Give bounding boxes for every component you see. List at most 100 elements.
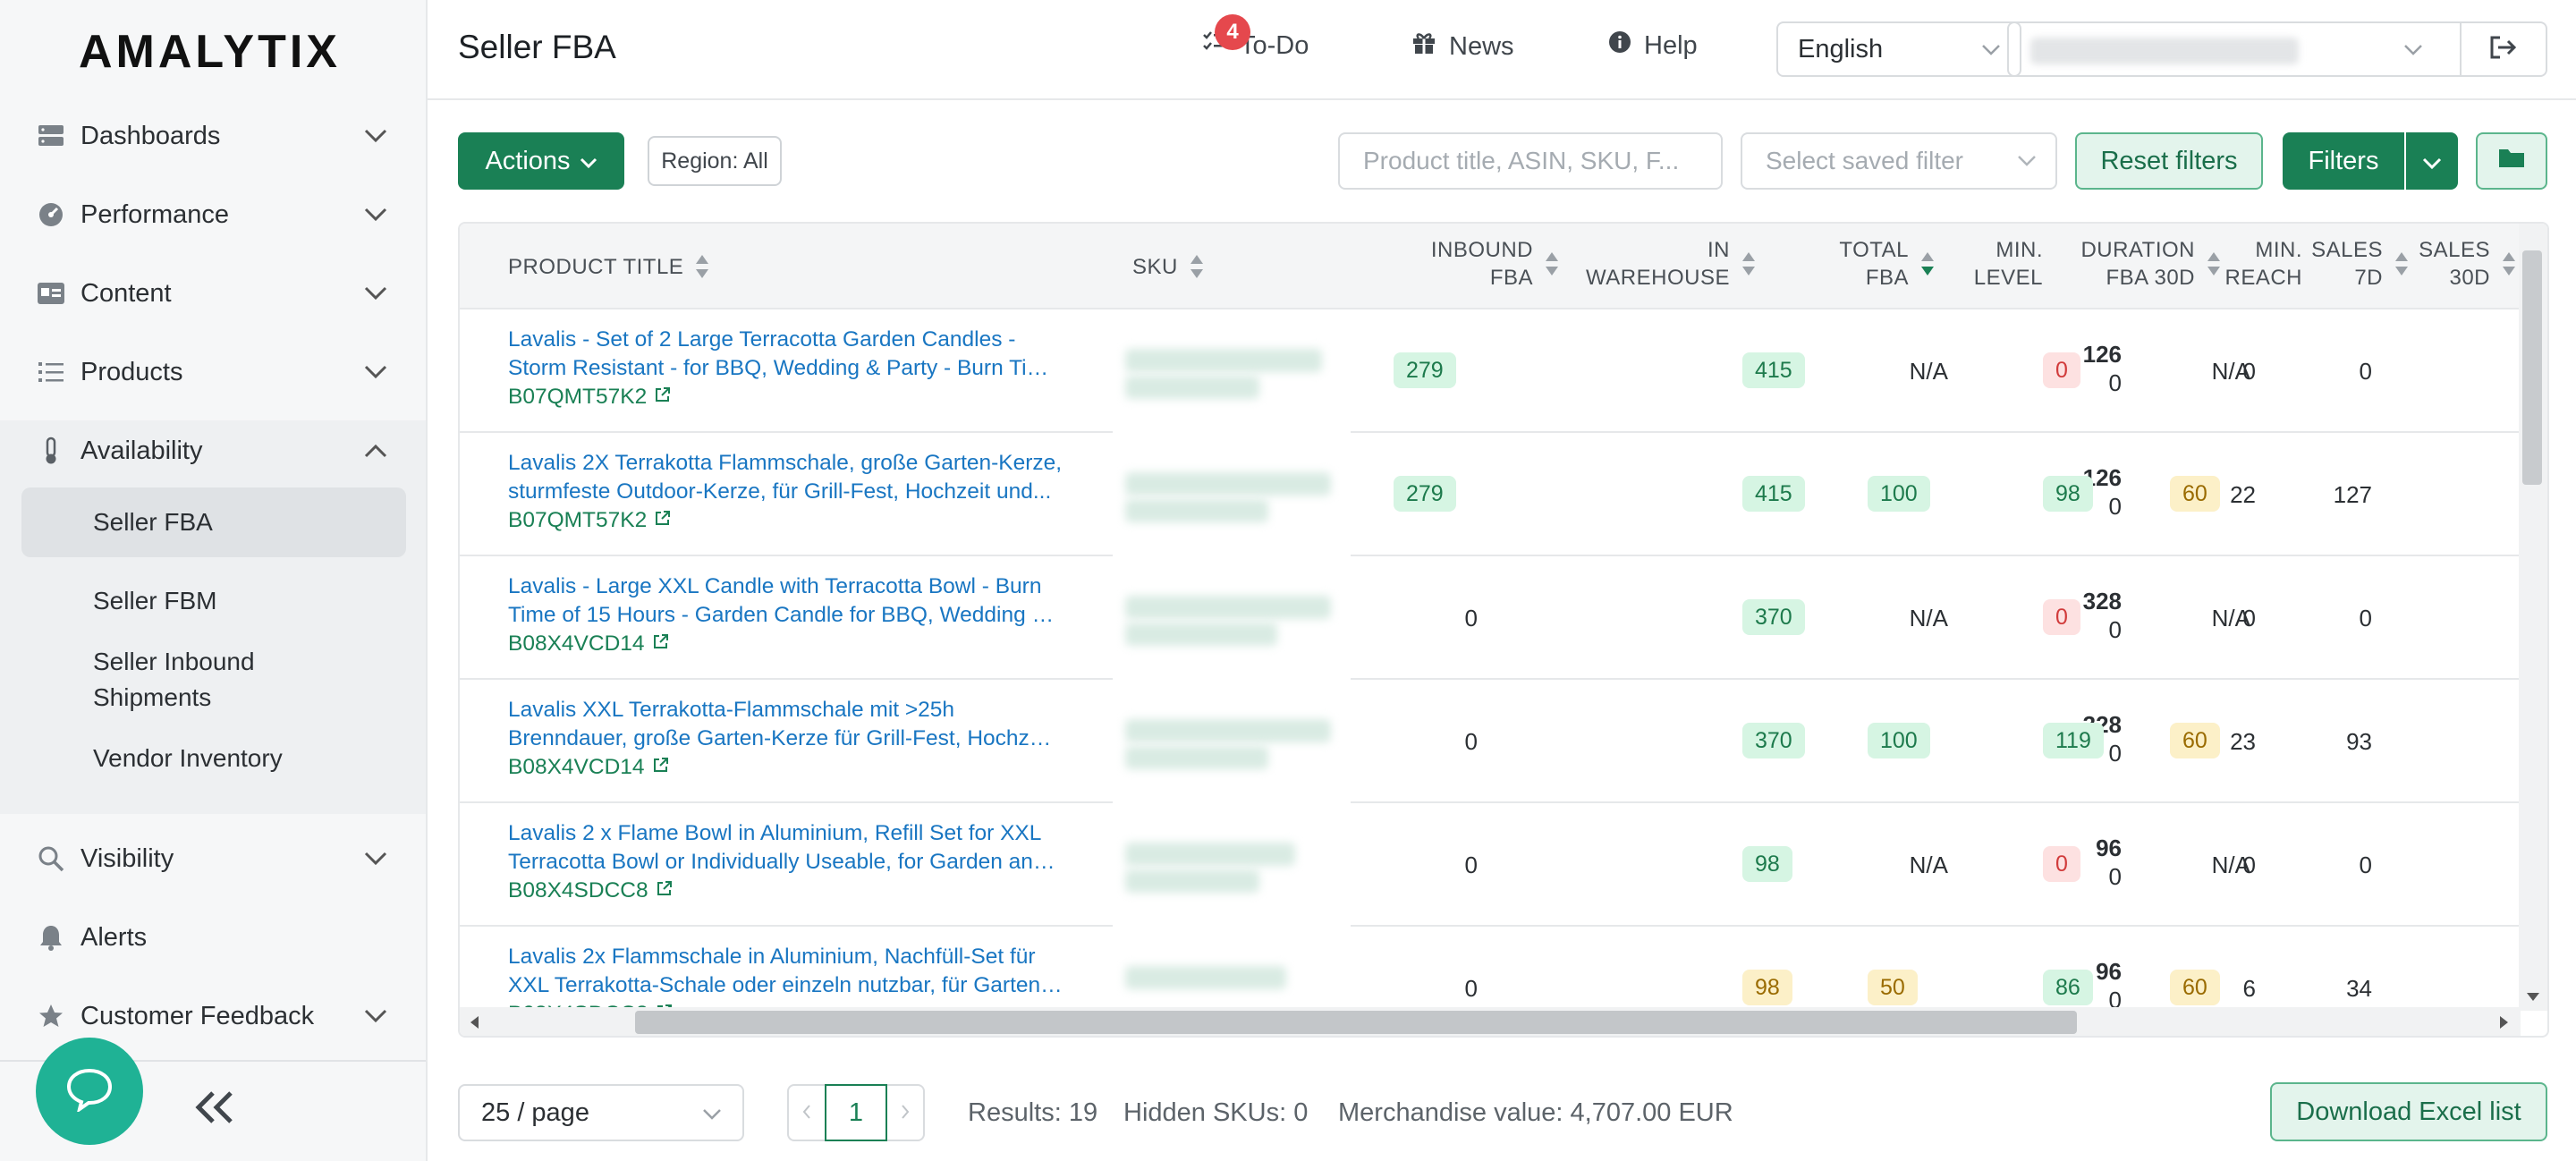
next-page-button[interactable]	[887, 1084, 925, 1141]
product-title-line-1[interactable]: Lavalis 2 x Flame Bowl in Aluminium, Ref…	[508, 819, 1063, 848]
warehouse-sub: 0	[2108, 863, 2122, 890]
logo: AMALYTIX	[79, 26, 341, 78]
reset-filters-button[interactable]: Reset filters	[2075, 132, 2263, 190]
product-title[interactable]: Lavalis 2X Terrakotta Flammschale, große…	[508, 449, 1063, 535]
page-size-select[interactable]: 25 / page	[458, 1084, 744, 1141]
sidebar-item-performance[interactable]: Performance	[36, 188, 394, 242]
sales-30d-value: 0	[2359, 852, 2372, 878]
chevron-down-icon	[2402, 36, 2424, 67]
sidebar-item-visibility[interactable]: Visibility	[36, 832, 394, 886]
sidebar-item-dashboards[interactable]: Dashboards	[36, 109, 394, 163]
collapse-sidebar-button[interactable]	[188, 1082, 242, 1136]
product-title-line-2[interactable]: Storm Resistant - for BBQ, Wedding & Par…	[508, 354, 1063, 383]
warehouse-sub: 0	[2108, 616, 2122, 643]
language-select[interactable]: English	[1776, 21, 2021, 77]
sidebar-sub-seller-fbm[interactable]: Seller FBM	[93, 583, 216, 619]
col-min-level[interactable]: MIN. LEVEL	[1891, 236, 2043, 292]
chevron-left-icon	[801, 1098, 812, 1128]
sort-icon	[1741, 250, 1757, 277]
asin-link[interactable]: B08X4SDCC8	[508, 877, 1063, 905]
chevron-right-icon	[900, 1098, 911, 1128]
filters-button[interactable]: Filters	[2283, 132, 2404, 190]
warehouse-sub: 0	[2108, 493, 2122, 520]
asin-link[interactable]: B08X4VCD14	[508, 753, 1063, 782]
asin-link[interactable]: B07QMT57K2	[508, 383, 1063, 411]
filters-dropdown-button[interactable]	[2406, 132, 2458, 190]
prev-page-button[interactable]	[787, 1084, 825, 1141]
sidebar-item-alerts[interactable]: Alerts	[36, 911, 394, 964]
sidebar-item-products[interactable]: Products	[36, 345, 394, 399]
logout-button[interactable]	[2462, 21, 2547, 77]
actions-button[interactable]: Actions	[458, 132, 624, 190]
page-number-current[interactable]: 1	[825, 1084, 887, 1141]
product-title-line-1[interactable]: Lavalis 2X Terrakotta Flammschale, große…	[508, 449, 1063, 478]
saved-views-button[interactable]	[2476, 132, 2547, 190]
col-product-title[interactable]: PRODUCT TITLE	[508, 247, 710, 286]
sidebar-item-availability[interactable]: Availability	[36, 424, 394, 478]
scroll-right-arrow-icon[interactable]	[2497, 1014, 2510, 1035]
news-link[interactable]: News	[1411, 30, 1514, 63]
product-title-line-1[interactable]: Lavalis - Set of 2 Large Terracotta Gard…	[508, 326, 1063, 354]
search-input[interactable]: Product title, ASIN, SKU, F...	[1338, 132, 1723, 190]
sidebar-item-content[interactable]: Content	[36, 267, 394, 320]
server-icon	[36, 121, 66, 151]
sidebar-sub-vendor-inventory[interactable]: Vendor Inventory	[93, 741, 283, 776]
min_level-badge: 100	[1868, 476, 1930, 512]
page-title: Seller FBA	[458, 29, 616, 65]
col-inbound-fba[interactable]: INBOUND FBA	[1354, 236, 1560, 292]
account-select[interactable]	[2007, 21, 2462, 77]
col-sku[interactable]: SKU	[1132, 247, 1205, 286]
product-title-line-1[interactable]: Lavalis XXL Terrakotta-Flammschale mit >…	[508, 696, 1063, 725]
sidebar-item-label: Performance	[80, 199, 230, 229]
chat-bubble-icon	[65, 1067, 114, 1116]
sort-icon	[2501, 250, 2517, 277]
product-title-line-1[interactable]: Lavalis 2x Flammschale in Aluminium, Nac…	[508, 943, 1063, 971]
scroll-left-arrow-icon[interactable]	[469, 1014, 481, 1035]
col-sales-30d[interactable]: SALES 30D	[2356, 236, 2517, 292]
chevron-down-icon	[580, 147, 597, 176]
star-icon	[36, 1001, 66, 1031]
product-title[interactable]: Lavalis - Set of 2 Large Terracotta Gard…	[508, 326, 1063, 411]
product-title-line-2[interactable]: sturmfeste Outdoor-Kerze, für Grill-Fest…	[508, 478, 1063, 506]
chevron-down-icon	[358, 275, 394, 311]
product-title-line-2[interactable]: Time of 15 Hours - Garden Candle for BBQ…	[508, 601, 1063, 630]
inbound-value: 0	[1464, 852, 1478, 878]
product-title-line-2[interactable]: Brenndauer, große Garten-Kerze für Grill…	[508, 725, 1063, 753]
product-title-line-2[interactable]: XXL Terrakotta-Schale oder einzeln nutzb…	[508, 971, 1063, 1000]
sidebar-item-label: Customer Feedback	[80, 1001, 315, 1030]
chevron-down-icon	[358, 354, 394, 390]
sidebar-item-label: Visibility	[80, 843, 174, 873]
scroll-down-arrow-icon[interactable]	[2524, 990, 2542, 1007]
sidebar-item-customer-feedback[interactable]: Customer Feedback	[36, 989, 394, 1043]
sidebar-sub-seller-fba[interactable]: Seller FBA	[93, 504, 213, 540]
warehouse-main: 328	[2082, 588, 2122, 614]
vertical-scrollbar-thumb[interactable]	[2522, 250, 2542, 485]
horizontal-scrollbar[interactable]	[460, 1007, 2521, 1036]
vertical-scrollbar[interactable]	[2519, 224, 2547, 1011]
asin-link[interactable]: B08X4VCD14	[508, 630, 1063, 658]
product-title[interactable]: Lavalis XXL Terrakotta-Flammschale mit >…	[508, 696, 1063, 782]
page-size-value: 25 / page	[481, 1097, 589, 1127]
table-row: Lavalis 2 x Flame Bowl in Aluminium, Ref…	[460, 803, 2521, 927]
chat-button[interactable]	[36, 1038, 143, 1145]
merchandise-value: Merchandise value: 4,707.00 EUR	[1338, 1098, 1733, 1127]
total-badge: 98	[1742, 970, 1792, 1005]
total-badge: 415	[1742, 476, 1805, 512]
help-link[interactable]: Help	[1608, 30, 1698, 61]
product-title-line-2[interactable]: Terracotta Bowl or Individually Useable,…	[508, 848, 1063, 877]
asin-value: B08X4VCD14	[508, 755, 645, 779]
product-title-line-1[interactable]: Lavalis - Large XXL Candle with Terracot…	[508, 572, 1063, 601]
download-excel-button[interactable]: Download Excel list	[2270, 1082, 2547, 1141]
external-link-icon	[656, 877, 674, 905]
region-filter-chip[interactable]: Region: All	[648, 136, 782, 186]
product-title[interactable]: Lavalis 2 x Flame Bowl in Aluminium, Ref…	[508, 819, 1063, 905]
search-icon	[36, 843, 66, 874]
sidebar-sub-seller-inbound[interactable]: Seller Inbound Shipments	[93, 644, 317, 716]
warehouse-main: 96	[2096, 835, 2122, 861]
sidebar-item-label: Availability	[80, 436, 203, 465]
horizontal-scrollbar-thumb[interactable]	[635, 1011, 2077, 1034]
saved-filter-select[interactable]: Select saved filter	[1741, 132, 2057, 190]
asin-link[interactable]: B07QMT57K2	[508, 506, 1063, 535]
col-in-warehouse[interactable]: IN WAREHOUSE	[1533, 236, 1757, 292]
product-title[interactable]: Lavalis - Large XXL Candle with Terracot…	[508, 572, 1063, 658]
